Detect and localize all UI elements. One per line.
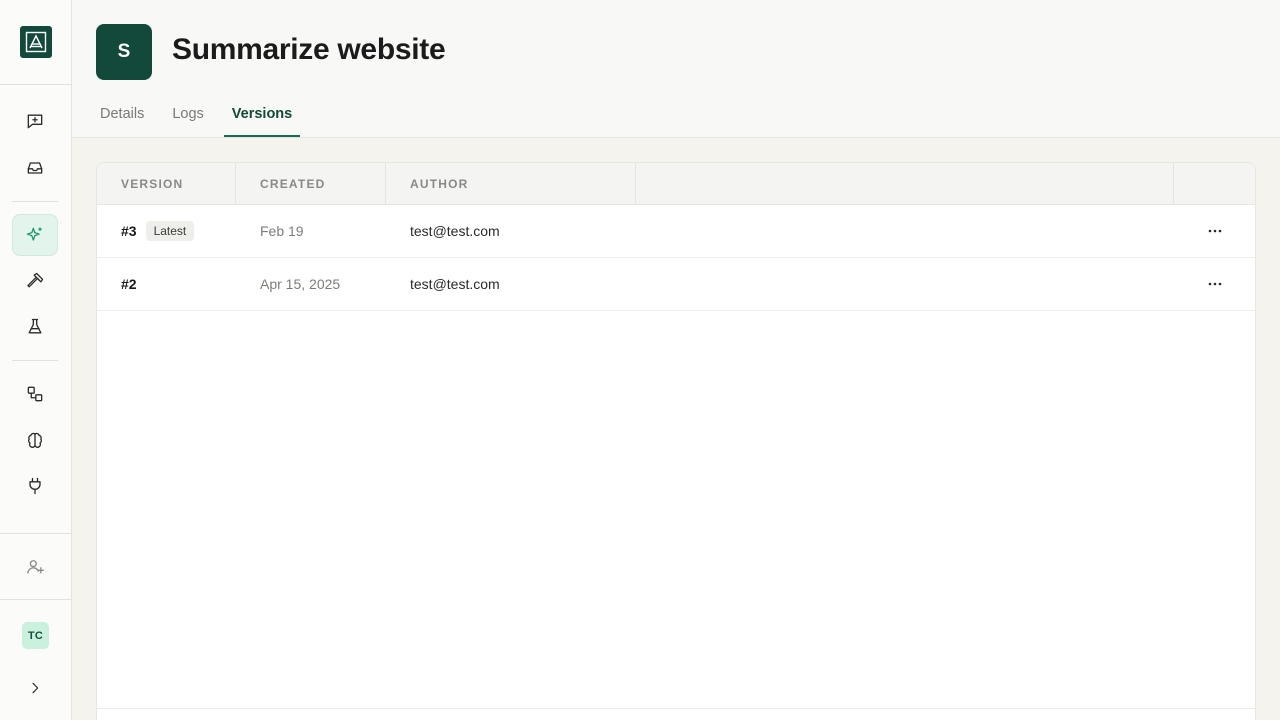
versions-table: VERSION CREATED AUTHOR #3 Latest Feb 19 … [96, 162, 1256, 720]
sidebar-divider [12, 201, 58, 202]
user-plus-icon [27, 560, 44, 574]
author-cell: test@test.com [410, 223, 500, 239]
page-title: Summarize website [172, 33, 446, 66]
workflow-icon [27, 386, 43, 402]
table-footer-divider [97, 708, 1255, 709]
version-number: #2 [121, 276, 137, 292]
tab-details[interactable]: Details [96, 96, 148, 137]
flask-icon [28, 318, 42, 334]
more-horizontal-icon [1208, 229, 1222, 233]
sidebar-item-new-chat[interactable] [12, 100, 58, 142]
column-header-actions [1174, 163, 1255, 204]
tab-logs[interactable]: Logs [168, 96, 207, 137]
column-header-created: CREATED [236, 163, 386, 204]
version-number: #3 [121, 223, 137, 239]
brain-icon [28, 432, 42, 448]
sidebar-divider [12, 360, 58, 361]
sidebar-divider [0, 84, 71, 85]
version-cell: #3 Latest [97, 221, 236, 241]
chevron-right-icon [32, 682, 39, 694]
created-cell: Feb 19 [260, 223, 304, 239]
row-actions-button[interactable] [1203, 272, 1227, 296]
tab-versions[interactable]: Versions [223, 96, 301, 137]
more-horizontal-icon [1208, 282, 1222, 286]
user-avatar[interactable]: TC [22, 622, 49, 649]
column-header-empty [636, 163, 1174, 204]
author-cell: test@test.com [410, 276, 500, 292]
table-row[interactable]: #2 Apr 15, 2025 test@test.com [97, 258, 1255, 311]
table-row[interactable]: #3 Latest Feb 19 test@test.com [97, 205, 1255, 258]
sidebar-item-workflows[interactable] [12, 373, 58, 415]
sidebar-item-inbox[interactable] [12, 147, 58, 189]
sidebar-item-integrations[interactable] [12, 465, 58, 507]
created-cell: Apr 15, 2025 [260, 276, 341, 292]
sidebar-item-agents[interactable] [12, 214, 58, 256]
table-header: VERSION CREATED AUTHOR [97, 163, 1255, 205]
invite-user-button[interactable] [12, 546, 58, 588]
sidebar-expand-button[interactable] [12, 667, 58, 709]
tab-bar: Details Logs Versions [96, 96, 316, 138]
column-header-version: VERSION [97, 163, 236, 204]
sparkles-icon [26, 227, 42, 241]
sidebar-item-evals[interactable] [12, 306, 58, 348]
message-plus-icon [27, 114, 43, 129]
sidebar: TC [0, 0, 72, 720]
app-avatar: S [96, 24, 152, 80]
sidebar-divider [0, 533, 71, 534]
row-actions-button[interactable] [1203, 219, 1227, 243]
version-cell: #2 [97, 276, 236, 292]
column-header-author: AUTHOR [386, 163, 636, 204]
sidebar-item-tools[interactable] [12, 260, 58, 302]
plug-icon [29, 477, 41, 495]
latest-badge: Latest [145, 221, 195, 241]
inbox-icon [27, 162, 43, 174]
hammer-icon [27, 272, 44, 288]
page-header: S Summarize website Details Logs Version… [72, 0, 1280, 138]
sidebar-item-knowledge[interactable] [12, 419, 58, 461]
sidebar-divider [0, 599, 71, 600]
logo-icon[interactable] [20, 26, 52, 58]
